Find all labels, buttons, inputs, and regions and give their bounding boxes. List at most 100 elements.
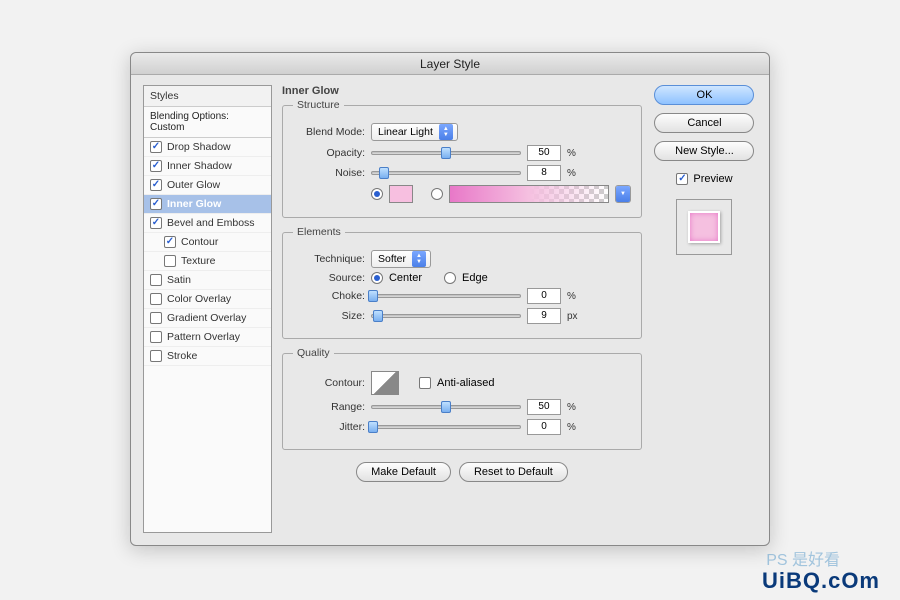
gradient-radio[interactable] [431, 188, 443, 200]
structure-legend: Structure [293, 99, 344, 111]
reset-default-button[interactable]: Reset to Default [459, 462, 568, 482]
sidebar-item-inner-glow[interactable]: Inner Glow [144, 195, 271, 214]
cancel-button[interactable]: Cancel [654, 113, 754, 133]
jitter-slider[interactable] [371, 425, 521, 429]
select-arrows-icon: ▲▼ [412, 251, 426, 267]
sidebar-item-label: Bevel and Emboss [167, 217, 255, 229]
sidebar-blending-options[interactable]: Blending Options: Custom [144, 107, 271, 138]
size-unit: px [567, 311, 578, 322]
range-slider[interactable] [371, 405, 521, 409]
range-label: Range: [293, 401, 365, 413]
antialias-label: Anti-aliased [437, 377, 494, 389]
structure-group: Structure Blend Mode: Linear Light ▲▼ Op… [282, 99, 642, 218]
sidebar-item-label: Texture [181, 255, 215, 267]
jitter-label: Jitter: [293, 421, 365, 433]
jitter-input[interactable]: 0 [527, 419, 561, 435]
sidebar-checkbox[interactable] [164, 236, 176, 248]
right-panel: OK Cancel New Style... Preview [652, 85, 757, 533]
gradient-swatch[interactable] [449, 185, 609, 203]
sidebar-item-stroke[interactable]: Stroke [144, 347, 271, 366]
jitter-unit: % [567, 422, 576, 433]
sidebar-item-outer-glow[interactable]: Outer Glow [144, 176, 271, 195]
range-input[interactable]: 50 [527, 399, 561, 415]
sidebar-item-bevel-and-emboss[interactable]: Bevel and Emboss [144, 214, 271, 233]
preview-box [676, 199, 732, 255]
sidebar-item-inner-shadow[interactable]: Inner Shadow [144, 157, 271, 176]
color-radio[interactable] [371, 188, 383, 200]
sidebar-item-label: Pattern Overlay [167, 331, 240, 343]
sidebar-item-texture[interactable]: Texture [144, 252, 271, 271]
source-center-label: Center [389, 272, 422, 284]
gradient-dropdown[interactable]: ▼ [615, 185, 631, 203]
sidebar-item-label: Stroke [167, 350, 197, 362]
preview-checkbox[interactable] [676, 173, 688, 185]
blend-mode-label: Blend Mode: [293, 126, 365, 138]
elements-group: Elements Technique: Softer ▲▼ Source: Ce… [282, 226, 642, 339]
choke-slider[interactable] [371, 294, 521, 298]
size-label: Size: [293, 310, 365, 322]
ok-button[interactable]: OK [654, 85, 754, 105]
sidebar-checkbox[interactable] [150, 160, 162, 172]
sidebar-checkbox[interactable] [164, 255, 176, 267]
noise-unit: % [567, 168, 576, 179]
sidebar-item-satin[interactable]: Satin [144, 271, 271, 290]
antialias-checkbox[interactable] [419, 377, 431, 389]
sidebar-item-label: Inner Glow [167, 198, 221, 210]
contour-picker[interactable] [371, 371, 399, 395]
choke-label: Choke: [293, 290, 365, 302]
main-panel: Inner Glow Structure Blend Mode: Linear … [282, 85, 642, 533]
source-edge-label: Edge [462, 272, 488, 284]
sidebar-checkbox[interactable] [150, 312, 162, 324]
source-center-radio[interactable] [371, 272, 383, 284]
sidebar-head[interactable]: Styles [144, 86, 271, 107]
sidebar-checkbox[interactable] [150, 141, 162, 153]
range-unit: % [567, 402, 576, 413]
noise-slider[interactable] [371, 171, 521, 175]
noise-input[interactable]: 8 [527, 165, 561, 181]
sidebar-checkbox[interactable] [150, 331, 162, 343]
sidebar-item-gradient-overlay[interactable]: Gradient Overlay [144, 309, 271, 328]
sidebar-item-pattern-overlay[interactable]: Pattern Overlay [144, 328, 271, 347]
watermark-sub: PS 是好看 [766, 546, 840, 570]
sidebar-item-label: Gradient Overlay [167, 312, 246, 324]
source-edge-radio[interactable] [444, 272, 456, 284]
size-input[interactable]: 9 [527, 308, 561, 324]
select-arrows-icon: ▲▼ [439, 124, 453, 140]
dialog-title: Layer Style [131, 53, 769, 75]
sidebar-item-contour[interactable]: Contour [144, 233, 271, 252]
sidebar-item-label: Color Overlay [167, 293, 231, 305]
technique-label: Technique: [293, 253, 365, 265]
panel-title: Inner Glow [282, 85, 642, 97]
noise-label: Noise: [293, 167, 365, 179]
opacity-unit: % [567, 148, 576, 159]
sidebar-checkbox[interactable] [150, 350, 162, 362]
color-swatch[interactable] [389, 185, 413, 203]
sidebar-checkbox[interactable] [150, 217, 162, 229]
sidebar-item-color-overlay[interactable]: Color Overlay [144, 290, 271, 309]
sidebar-item-label: Inner Shadow [167, 160, 232, 172]
opacity-input[interactable]: 50 [527, 145, 561, 161]
sidebar-item-label: Contour [181, 236, 218, 248]
watermark: UiBQ.cOm [762, 568, 880, 594]
size-slider[interactable] [371, 314, 521, 318]
new-style-button[interactable]: New Style... [654, 141, 754, 161]
blend-mode-select[interactable]: Linear Light ▲▼ [371, 123, 458, 141]
choke-input[interactable]: 0 [527, 288, 561, 304]
preview-swatch [688, 211, 720, 243]
make-default-button[interactable]: Make Default [356, 462, 451, 482]
layer-style-dialog: Layer Style Styles Blending Options: Cus… [130, 52, 770, 546]
sidebar-checkbox[interactable] [150, 274, 162, 286]
preview-label: Preview [693, 173, 732, 185]
opacity-label: Opacity: [293, 147, 365, 159]
sidebar-checkbox[interactable] [150, 198, 162, 210]
quality-group: Quality Contour: Anti-aliased Range: 50 … [282, 347, 642, 450]
technique-select[interactable]: Softer ▲▼ [371, 250, 431, 268]
sidebar-item-label: Satin [167, 274, 191, 286]
quality-legend: Quality [293, 347, 334, 359]
sidebar-checkbox[interactable] [150, 179, 162, 191]
elements-legend: Elements [293, 226, 345, 238]
sidebar-item-drop-shadow[interactable]: Drop Shadow [144, 138, 271, 157]
opacity-slider[interactable] [371, 151, 521, 155]
sidebar-checkbox[interactable] [150, 293, 162, 305]
source-label: Source: [293, 272, 365, 284]
